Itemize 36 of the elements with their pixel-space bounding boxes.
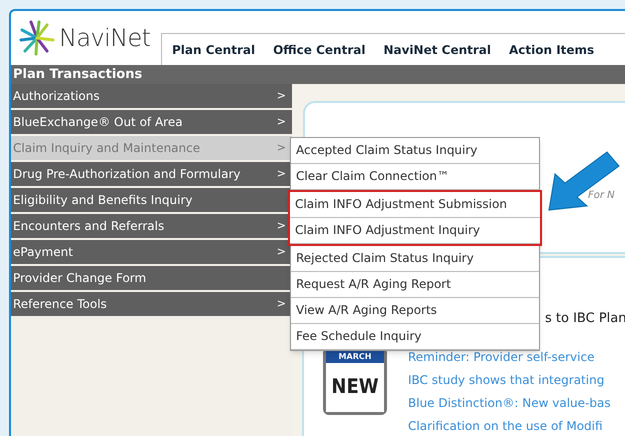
chevron-icon: > bbox=[276, 166, 290, 182]
submenu-item[interactable]: Clear Claim Connection™ bbox=[291, 164, 539, 190]
nav-tab[interactable]: Plan Central bbox=[172, 40, 256, 58]
menu-item[interactable]: Drug Pre-Authorization and Formulary > bbox=[11, 162, 292, 186]
menu-item[interactable]: BlueExchange® Out of Area > bbox=[11, 110, 292, 134]
submenu-item[interactable]: Claim INFO Adjustment Submission bbox=[290, 192, 540, 218]
submenu-item[interactable]: Accepted Claim Status Inquiry bbox=[291, 138, 539, 164]
chevron-icon: > bbox=[276, 244, 290, 260]
chevron-icon: > bbox=[276, 114, 290, 130]
menu-item[interactable]: Reference Tools > bbox=[11, 292, 292, 316]
section-heading: s to IBC Plan bbox=[545, 310, 625, 328]
submenu-item[interactable]: Fee Schedule Inquiry bbox=[291, 324, 539, 350]
submenu-item[interactable]: View A/R Aging Reports bbox=[291, 298, 539, 324]
menu-item[interactable]: ePayment > bbox=[11, 240, 292, 264]
menu-item[interactable]: Authorizations > bbox=[11, 84, 292, 108]
menu-item[interactable]: Eligibility and Benefits Inquiry bbox=[11, 188, 292, 212]
new-label: NEW bbox=[326, 363, 384, 412]
note-text: For N bbox=[588, 189, 615, 203]
submenu-item[interactable]: Claim INFO Adjustment Inquiry bbox=[290, 218, 540, 244]
month-label: MARCH bbox=[326, 350, 384, 363]
news-link[interactable]: IBC study shows that integrating bbox=[408, 369, 611, 392]
chevron-icon: > bbox=[276, 140, 290, 156]
menu-item[interactable]: Provider Change Form bbox=[11, 266, 292, 290]
chevron-icon: > bbox=[276, 218, 290, 234]
news-link[interactable]: Blue Distinction®: New value-bas bbox=[408, 392, 611, 415]
submenu-item[interactable]: Request A/R Aging Report bbox=[291, 272, 539, 298]
nav-tab[interactable]: Office Central bbox=[273, 40, 366, 58]
chevron-icon: > bbox=[276, 296, 290, 312]
nav-tab[interactable]: NaviNet Central bbox=[383, 40, 491, 58]
chevron-icon: > bbox=[276, 88, 290, 104]
news-link[interactable]: Clarification on the use of Modifi bbox=[408, 415, 611, 436]
logo-icon bbox=[19, 20, 55, 56]
submenu-item[interactable]: Rejected Claim Status Inquiry bbox=[291, 246, 539, 272]
sidebar-title: Plan Transactions bbox=[11, 65, 625, 84]
nav-tab[interactable]: Action Items bbox=[509, 40, 594, 58]
logo-text: NaviNet bbox=[59, 23, 150, 54]
